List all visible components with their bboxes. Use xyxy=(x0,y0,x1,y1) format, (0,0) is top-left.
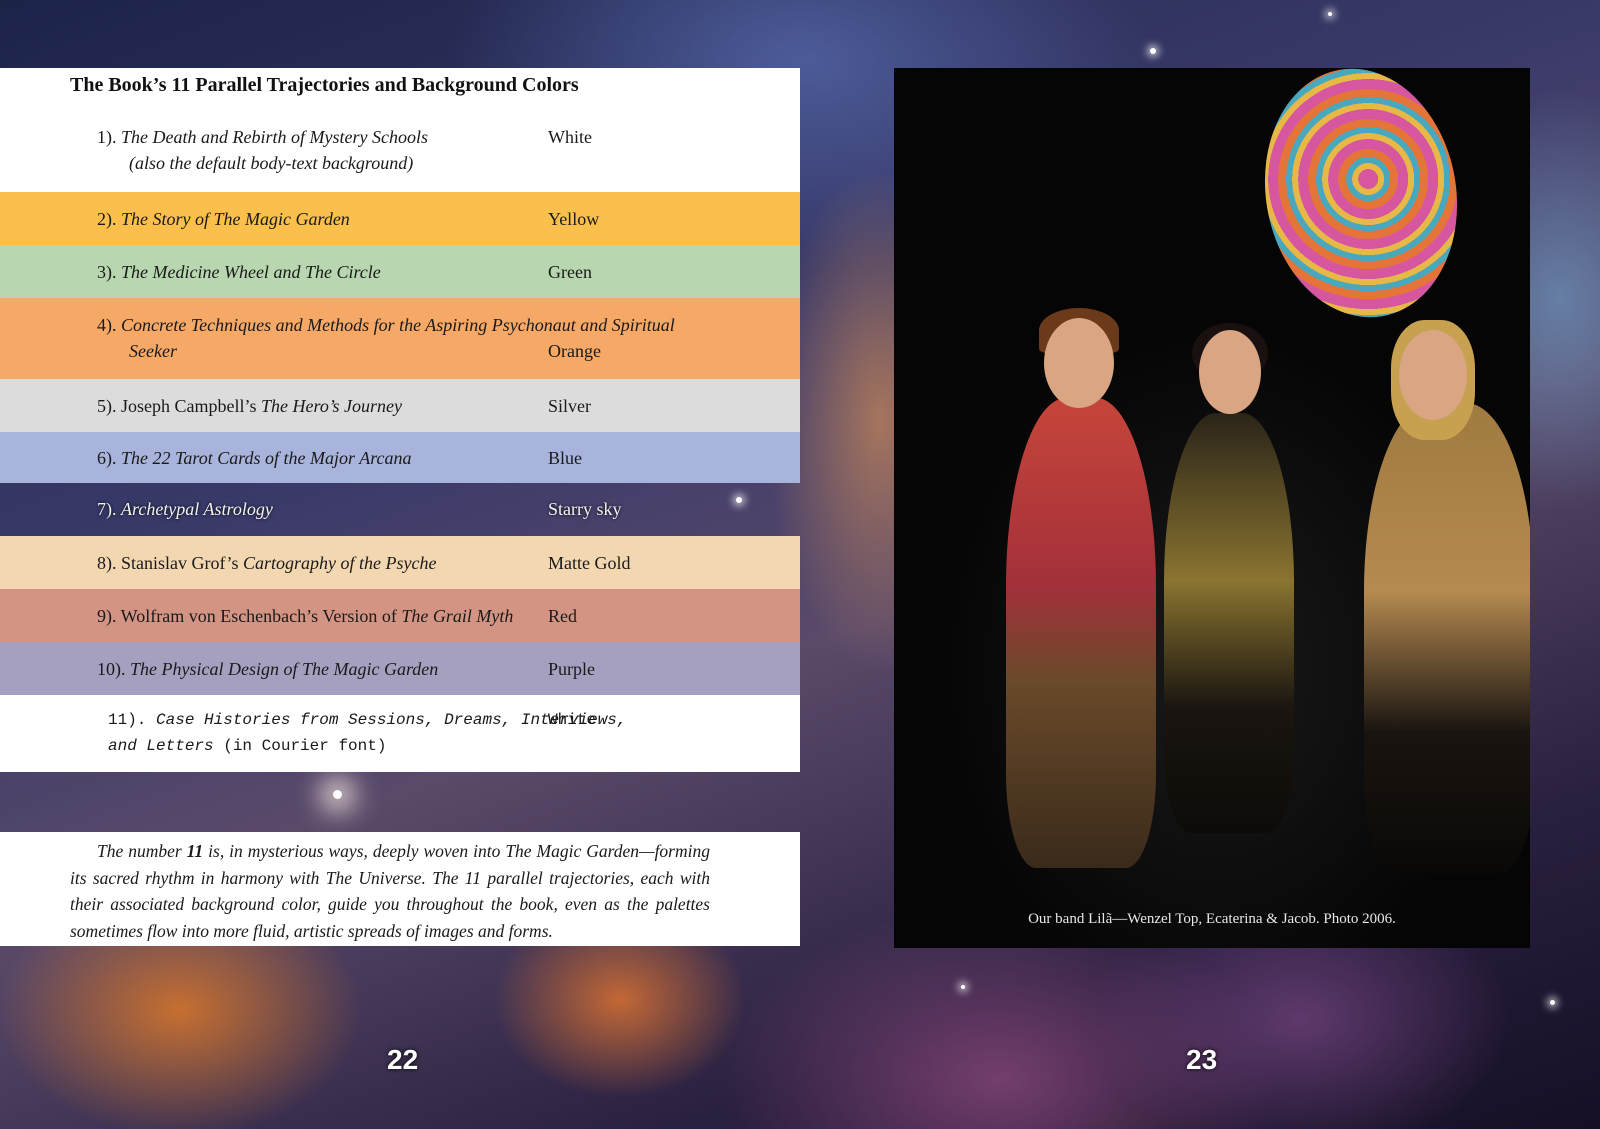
page-heading: The Book’s 11 Parallel Trajectories and … xyxy=(70,74,579,96)
face-shape xyxy=(1399,330,1467,420)
item-number: 8). Stanislav Grof’s xyxy=(97,553,243,573)
band-photo: Our band Lilã—Wenzel Top, Ecaterina & Ja… xyxy=(894,68,1530,948)
list-item: 3). The Medicine Wheel and The Circle Gr… xyxy=(0,245,800,298)
item-number: 7). xyxy=(97,499,121,519)
star-glow xyxy=(1150,48,1156,54)
item-color: Starry sky xyxy=(548,499,622,519)
item-number: 10). xyxy=(97,659,130,679)
list-item: 1). The Death and Rebirth of Mystery Sch… xyxy=(0,124,800,186)
item-title: The Grail Myth xyxy=(401,606,514,626)
item-title-cont: Seeker xyxy=(129,341,177,361)
item-title: The Hero’s Journey xyxy=(261,396,402,416)
item-title: The Death and Rebirth of Mystery Schools xyxy=(121,127,428,147)
item-title: The 22 Tarot Cards of the Major Arcana xyxy=(121,448,412,468)
page-number-left: 22 xyxy=(387,1044,419,1075)
face-shape xyxy=(1044,318,1114,408)
item-color: Red xyxy=(548,606,577,626)
star-glow xyxy=(961,985,965,989)
item-color: Purple xyxy=(548,659,595,679)
face-shape xyxy=(1199,330,1261,414)
sombrero-image xyxy=(1245,68,1477,333)
item-title: Cartography of the Psyche xyxy=(242,553,437,573)
item-number: 2). xyxy=(97,209,121,229)
list-item: 10). The Physical Design of The Magic Ga… xyxy=(0,642,800,695)
list-item: 2). The Story of The Magic Garden Yellow xyxy=(0,192,800,245)
intro-paragraph-box: The number 11 is, in mysterious ways, de… xyxy=(0,832,800,946)
star-glow xyxy=(333,790,342,799)
list-item: 8). Stanislav Grof’s Cartography of the … xyxy=(0,536,800,589)
item-number: 4). xyxy=(97,315,121,335)
item-color: Silver xyxy=(548,396,591,416)
item-title: The Medicine Wheel and The Circle xyxy=(121,262,381,282)
item-number: 1). xyxy=(97,127,121,147)
item-color: Matte Gold xyxy=(548,553,631,573)
list-item: 5). Joseph Campbell’s The Hero’s Journey… xyxy=(0,379,800,432)
intro-paragraph: The number 11 is, in mysterious ways, de… xyxy=(70,841,710,941)
item-suffix: (in Courier font) xyxy=(213,737,387,755)
photo-caption: Our band Lilã—Wenzel Top, Ecaterina & Ja… xyxy=(1028,911,1396,927)
item-title: The Physical Design of The Magic Garden xyxy=(130,659,439,679)
list-item: 7). Archetypal Astrology Starry sky xyxy=(0,483,800,536)
list-item: 6). The 22 Tarot Cards of the Major Arca… xyxy=(0,432,800,483)
item-title-cont: and Letters xyxy=(108,737,214,755)
person-figure xyxy=(1164,413,1294,833)
item-number: 6). xyxy=(97,448,121,468)
item-title: Concrete Techniques and Methods for the … xyxy=(121,315,675,335)
item-color: Orange xyxy=(548,341,601,361)
list-item: 9). Wolfram von Eschenbach’s Version of … xyxy=(0,589,800,642)
item-title: Archetypal Astrology xyxy=(121,499,273,519)
page-number-right: 23 xyxy=(1186,1044,1218,1075)
item-number: 3). xyxy=(97,262,121,282)
star-glow xyxy=(1328,12,1332,16)
item-title: The Story of The Magic Garden xyxy=(121,209,350,229)
item-subtitle: (also the default body-text background) xyxy=(129,153,414,173)
item-number: 5). Joseph Campbell’s xyxy=(97,396,261,416)
item-color: White xyxy=(548,127,592,147)
item-number: 11). xyxy=(108,711,157,729)
star-glow xyxy=(1550,1000,1555,1005)
heading-box: The Book’s 11 Parallel Trajectories and … xyxy=(0,68,800,192)
person-figure xyxy=(1364,403,1530,873)
item-color: White xyxy=(548,711,597,729)
item-color: Yellow xyxy=(548,209,600,229)
list-item: 11). Case Histories from Sessions, Dream… xyxy=(0,695,800,772)
list-item: 4). Concrete Techniques and Methods for … xyxy=(0,298,800,379)
item-color: Blue xyxy=(548,448,582,468)
item-color: Green xyxy=(548,262,592,282)
person-figure xyxy=(1006,398,1156,868)
item-number: 9). Wolfram von Eschenbach’s Version of xyxy=(97,606,402,626)
